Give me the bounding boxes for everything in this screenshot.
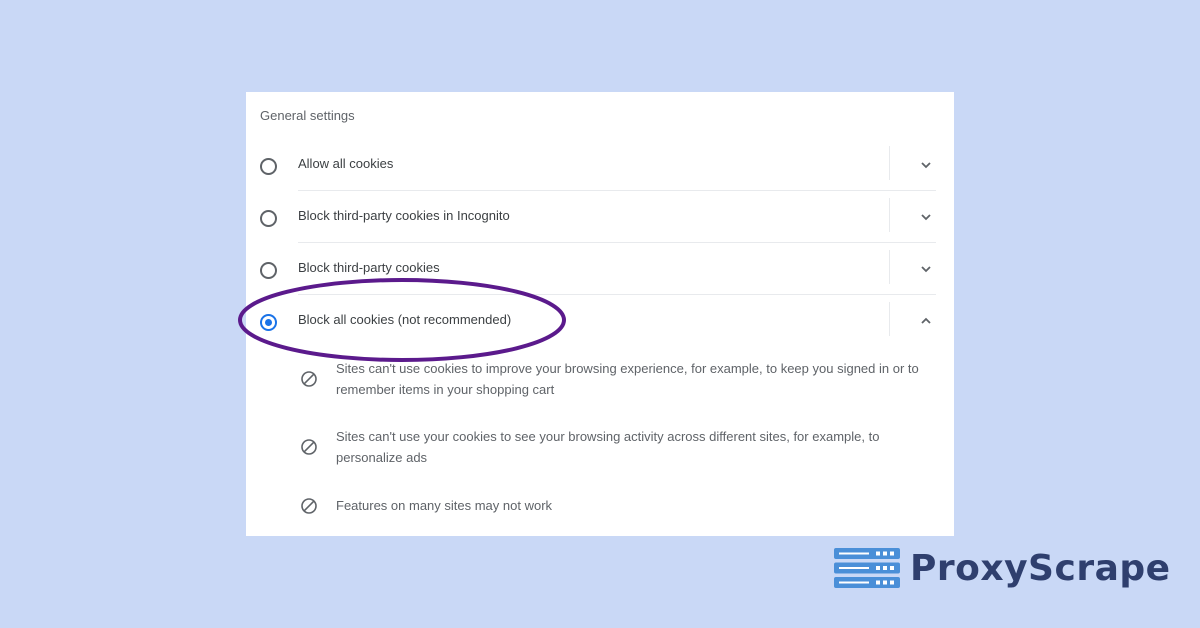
option-block-third-party-incognito[interactable]: Block third-party cookies in Incognito xyxy=(246,191,954,243)
brand-logo-lockup: ProxyScrape xyxy=(834,546,1171,590)
block-icon xyxy=(301,439,317,455)
option-label: Block all cookies (not recommended) xyxy=(298,312,512,327)
radio-block-third-party-incognito[interactable] xyxy=(260,210,277,227)
divider xyxy=(889,250,890,284)
option-label: Allow all cookies xyxy=(298,156,394,171)
cookie-settings-panel: General settings Allow all cookies Block… xyxy=(246,92,954,536)
option-label: Block third-party cookies in Incognito xyxy=(298,208,510,223)
detail-text: Sites can't use your cookies to see your… xyxy=(336,429,880,465)
block-icon xyxy=(301,371,317,387)
detail-text: Sites can't use cookies to improve your … xyxy=(336,361,919,397)
brand-name: ProxyScrape xyxy=(910,547,1171,589)
chevron-down-icon[interactable] xyxy=(914,205,938,229)
radio-block-third-party[interactable] xyxy=(260,262,277,279)
detail-text: Features on many sites may not work xyxy=(336,498,553,513)
option-allow-all-cookies[interactable]: Allow all cookies xyxy=(246,139,954,191)
divider xyxy=(889,146,890,180)
server-stack-icon xyxy=(834,548,900,588)
radio-allow-all-cookies[interactable] xyxy=(260,158,277,175)
radio-block-all-cookies[interactable] xyxy=(260,314,277,331)
option-label: Block third-party cookies xyxy=(298,260,440,275)
chevron-up-icon[interactable] xyxy=(914,309,938,333)
block-icon xyxy=(301,498,317,514)
divider xyxy=(889,302,890,336)
chevron-down-icon[interactable] xyxy=(914,257,938,281)
divider xyxy=(889,198,890,232)
option-block-third-party[interactable]: Block third-party cookies xyxy=(246,243,954,295)
option-block-all-cookies[interactable]: Block all cookies (not recommended) xyxy=(246,295,954,347)
section-title: General settings xyxy=(260,108,355,123)
chevron-down-icon[interactable] xyxy=(914,153,938,177)
